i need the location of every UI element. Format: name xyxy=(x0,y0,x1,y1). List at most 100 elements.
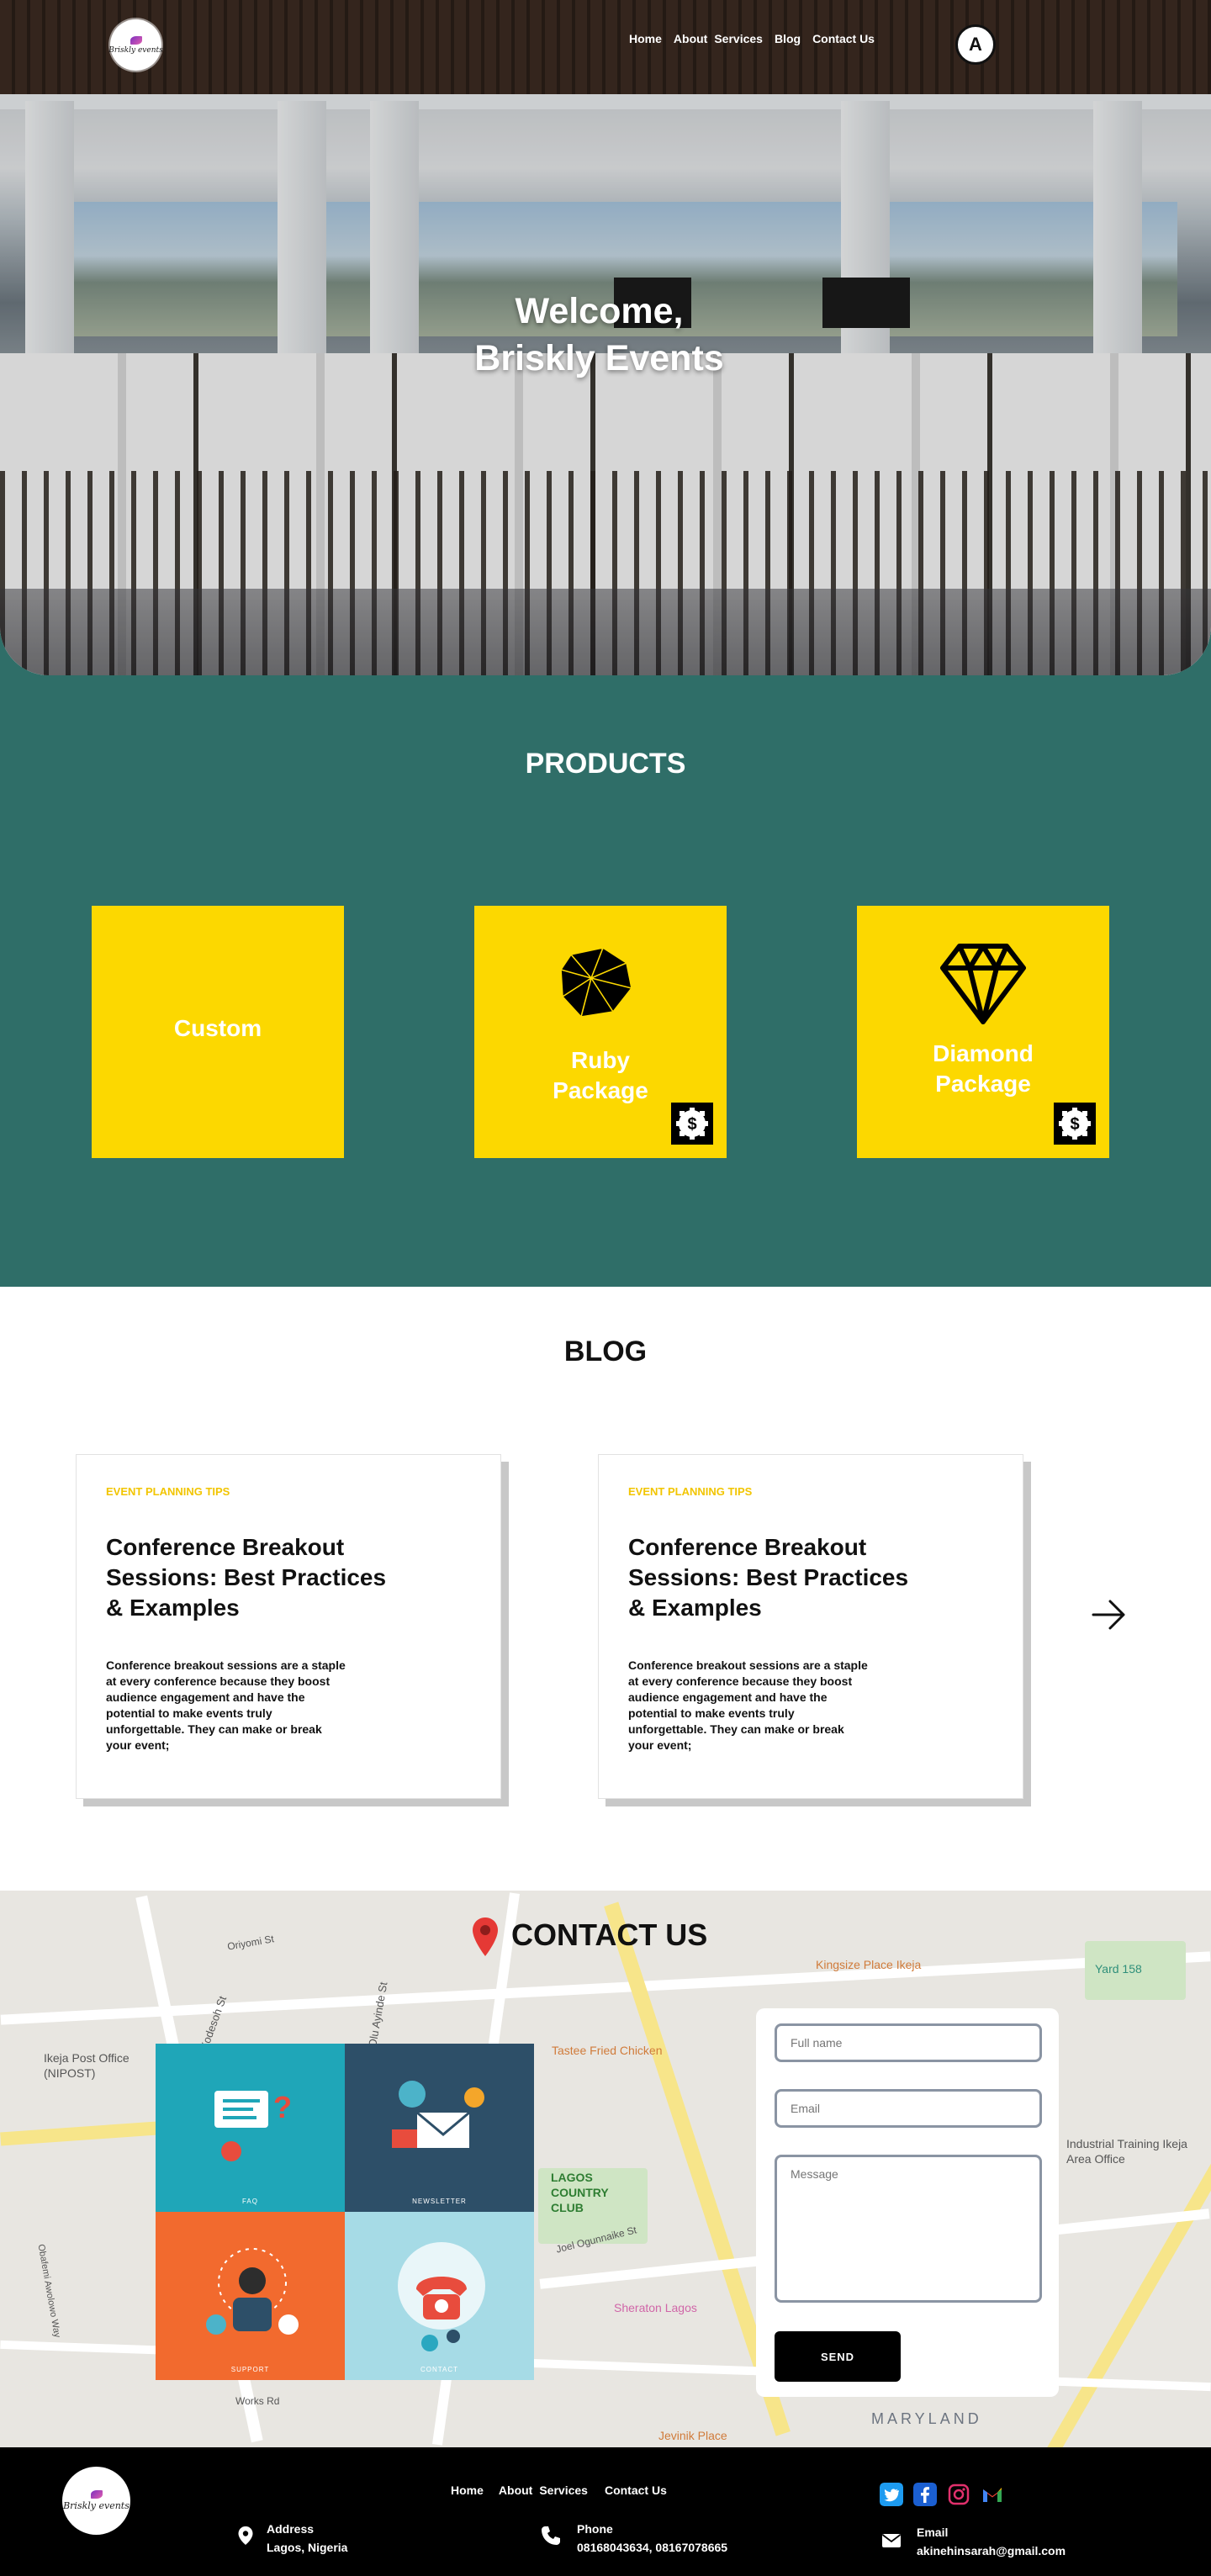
phone-icon xyxy=(542,2526,560,2545)
map-label: LAGOS COUNTRY CLUB xyxy=(551,2171,609,2214)
address-label: Address xyxy=(267,2522,315,2536)
support-tile: SUPPORT xyxy=(156,2212,345,2380)
footer-email: Email akinehinsarah@gmail.com xyxy=(917,2523,1066,2560)
map-label: Obafemi Awolowo Way xyxy=(35,2243,62,2339)
blog-section: BLOG EVENT PLANNING TIPS Conference Brea… xyxy=(0,1287,1211,1891)
map-label: Ikeja Post Office (NIPOST) xyxy=(44,2051,130,2080)
products-section: PRODUCTS Custom Ruby Package $ Diamond P… xyxy=(0,675,1211,1287)
full-name-field[interactable] xyxy=(775,2023,1042,2062)
post-title[interactable]: Conference Breakout Sessions: Best Pract… xyxy=(628,1532,931,1623)
phone-value[interactable]: 08168043634, 08167078665 xyxy=(577,2538,727,2557)
nav-blog[interactable]: Blog xyxy=(775,32,801,45)
svg-text:?: ? xyxy=(273,2090,292,2124)
brand-logo[interactable]: Briskly events xyxy=(108,19,163,71)
contact-section: Kingsize Place Ikeja Yard 158 Ikeja Post… xyxy=(0,1891,1211,2447)
dollar-gear-icon: $ xyxy=(676,1108,708,1140)
tile-caption: NEWSLETTER xyxy=(412,2198,467,2205)
footer-nav: Home About Services Contact Us xyxy=(451,2483,679,2497)
instagram-icon[interactable] xyxy=(947,2483,970,2506)
post-category: EVENT PLANNING TIPS xyxy=(106,1485,230,1498)
map-label: Tastee Fried Chicken xyxy=(552,2044,663,2057)
phone-label: Phone xyxy=(577,2522,613,2536)
contact-tile: CONTACT xyxy=(345,2212,534,2380)
hero-section: Briskly events Home About Services Blog … xyxy=(0,0,1211,675)
svg-text:$: $ xyxy=(1070,1115,1079,1134)
map-label: Yard 158 xyxy=(1095,1962,1142,1976)
post-title[interactable]: Conference Breakout Sessions: Best Pract… xyxy=(106,1532,409,1623)
map-pin-icon xyxy=(473,1917,498,1956)
map-label: Kingsize Place Ikeja xyxy=(816,1958,922,1971)
accessibility-button[interactable]: A xyxy=(955,24,996,65)
chat-bubble-icon: ? xyxy=(214,2090,292,2161)
dollar-gear-icon: $ xyxy=(1059,1108,1091,1140)
map-label: Industrial Training Ikeja Area Office xyxy=(1066,2137,1187,2166)
price-badge[interactable]: $ xyxy=(1054,1103,1096,1145)
email-field[interactable] xyxy=(775,2089,1042,2128)
tile-caption: SUPPORT xyxy=(230,2366,270,2373)
footer-logo[interactable]: Briskly events xyxy=(62,2467,130,2535)
product-card-label-line2: Package xyxy=(553,1077,648,1103)
main-nav: Home About Services Blog Contact Us xyxy=(629,32,886,45)
product-card-custom[interactable]: Custom xyxy=(92,906,344,1158)
message-field[interactable] xyxy=(775,2155,1042,2303)
address-value: Lagos, Nigeria xyxy=(267,2541,348,2554)
map-label: Works Rd xyxy=(235,2395,280,2407)
contact-illustration: ? FAQ NEWSLETTER SUPPORT CONTACT xyxy=(156,2044,534,2380)
product-card-ruby[interactable]: Ruby Package $ xyxy=(474,906,727,1158)
product-card-label: Custom xyxy=(173,1015,262,1041)
map-label: Oriyomi St xyxy=(226,1933,275,1953)
product-card-label: Ruby Package xyxy=(474,1045,727,1106)
footer-phone: Phone 08168043634, 08167078665 xyxy=(577,2520,727,2557)
map-label: Olu Ayinde St xyxy=(366,1981,390,2049)
blog-post-card[interactable]: EVENT PLANNING TIPS Conference Breakout … xyxy=(598,1454,1023,1799)
map-label: Jevinik Place xyxy=(658,2429,727,2442)
tile-caption: FAQ xyxy=(241,2198,258,2205)
contact-title: CONTACT US xyxy=(511,1917,708,1952)
logo-bird-icon xyxy=(130,35,142,45)
post-excerpt: Conference breakout sessions are a stapl… xyxy=(106,1658,346,1752)
post-excerpt: Conference breakout sessions are a stapl… xyxy=(628,1658,868,1752)
page: Briskly events Home About Services Blog … xyxy=(0,0,1211,2576)
nav-services[interactable]: Services xyxy=(714,32,763,45)
product-card-label-line1: Ruby xyxy=(571,1047,630,1073)
product-card-diamond[interactable]: Diamond Package $ xyxy=(857,906,1109,1158)
headset-agent-icon xyxy=(206,2248,299,2335)
twitter-icon[interactable] xyxy=(880,2483,903,2506)
email-value[interactable]: akinehinsarah@gmail.com xyxy=(917,2542,1066,2560)
footer-nav-contact-us[interactable]: Contact Us xyxy=(605,2483,667,2497)
nav-home[interactable]: Home xyxy=(629,32,662,45)
envelope-icon xyxy=(392,2081,484,2148)
facebook-icon[interactable] xyxy=(913,2483,937,2506)
envelope-icon xyxy=(881,2534,902,2547)
post-category: EVENT PLANNING TIPS xyxy=(628,1485,753,1498)
footer-logo-text: Briskly events xyxy=(63,2500,130,2511)
footer-nav-services[interactable]: Services xyxy=(539,2483,588,2497)
footer-address: Address Lagos, Nigeria xyxy=(267,2520,347,2557)
svg-text:$: $ xyxy=(687,1115,696,1134)
nav-contact-us[interactable]: Contact Us xyxy=(812,32,875,45)
blog-title: BLOG xyxy=(563,1336,648,1367)
gmail-icon[interactable] xyxy=(981,2483,1004,2506)
blog-post-card[interactable]: EVENT PLANNING TIPS Conference Breakout … xyxy=(76,1454,501,1799)
send-button[interactable]: SEND xyxy=(775,2331,901,2382)
map-label: MARYLAND xyxy=(871,2410,982,2427)
logo-text: Briskly events xyxy=(108,45,163,55)
arrow-right-icon[interactable] xyxy=(1090,1595,1129,1634)
product-card-label-line1: Diamond xyxy=(933,1040,1034,1066)
faq-tile: ? FAQ xyxy=(156,2044,345,2212)
tile-caption: CONTACT xyxy=(420,2366,459,2373)
footer-nav-about[interactable]: About xyxy=(499,2483,532,2497)
hero-title-line2: Briskly Events xyxy=(474,338,724,378)
ruby-icon xyxy=(560,947,632,1018)
products-title: PRODUCTS xyxy=(525,748,686,780)
price-badge[interactable]: $ xyxy=(671,1103,713,1145)
footer: Briskly events Home About Services Conta… xyxy=(0,2447,1211,2576)
email-label: Email xyxy=(917,2526,949,2539)
product-card-label-line2: Package xyxy=(935,1071,1031,1097)
hero-title-line1: Welcome, xyxy=(515,291,684,331)
footer-nav-home[interactable]: Home xyxy=(451,2483,484,2497)
map-label: Sheraton Lagos xyxy=(614,2301,697,2314)
nav-about[interactable]: About xyxy=(674,32,707,45)
logo-bird-icon xyxy=(90,2490,103,2499)
newsletter-tile: NEWSLETTER xyxy=(345,2044,534,2212)
